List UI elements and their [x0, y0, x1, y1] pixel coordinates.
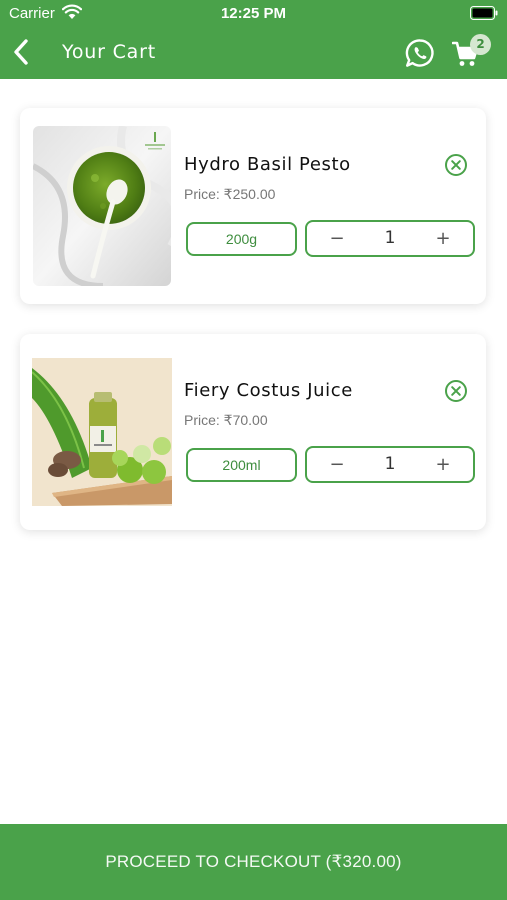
nav-bar: Your Cart 2	[0, 28, 507, 79]
quantity-value: 1	[384, 454, 396, 474]
page-title: Your Cart	[62, 41, 156, 63]
decrement-button[interactable]: −	[315, 448, 359, 481]
quantity-value: 1	[384, 228, 396, 248]
increment-button[interactable]: +	[421, 448, 465, 481]
product-price: Price: ₹70.00	[184, 412, 268, 428]
close-circle-icon	[444, 154, 468, 181]
variant-selector[interactable]: 200g	[186, 222, 297, 256]
quantity-stepper: − 1 +	[305, 446, 475, 483]
cart-count-badge: 2	[470, 34, 491, 55]
remove-item-button[interactable]	[444, 379, 468, 403]
cart-button[interactable]: 2	[451, 34, 492, 70]
product-name: Hydro Basil Pesto	[184, 154, 351, 175]
chevron-left-icon	[8, 39, 36, 72]
battery-icon	[470, 6, 498, 24]
back-button[interactable]	[8, 36, 36, 68]
remove-item-button[interactable]	[444, 153, 468, 177]
decrement-button[interactable]: −	[315, 222, 359, 255]
status-bar: Carrier 12:25 PM	[0, 0, 507, 28]
quantity-stepper: − 1 +	[305, 220, 475, 257]
product-image-pesto	[33, 126, 171, 286]
whatsapp-button[interactable]	[404, 37, 436, 69]
increment-button[interactable]: +	[421, 222, 465, 255]
product-price: Price: ₹250.00	[184, 186, 276, 202]
clock: 12:25 PM	[220, 5, 287, 22]
cart-item-card: Fiery Costus Juice Price: ₹70.00 200ml −…	[20, 334, 486, 530]
product-name: Fiery Costus Juice	[184, 380, 353, 401]
app-header: Carrier 12:25 PM Your Cart 2	[0, 0, 507, 79]
whatsapp-icon	[404, 39, 436, 73]
close-circle-icon	[444, 380, 468, 407]
cart-item-card: Hydro Basil Pesto Price: ₹250.00 200g − …	[20, 108, 486, 304]
variant-selector[interactable]: 200ml	[186, 448, 297, 482]
checkout-button[interactable]: PROCEED TO CHECKOUT (₹320.00)	[0, 824, 507, 900]
product-image-juice	[32, 358, 172, 506]
